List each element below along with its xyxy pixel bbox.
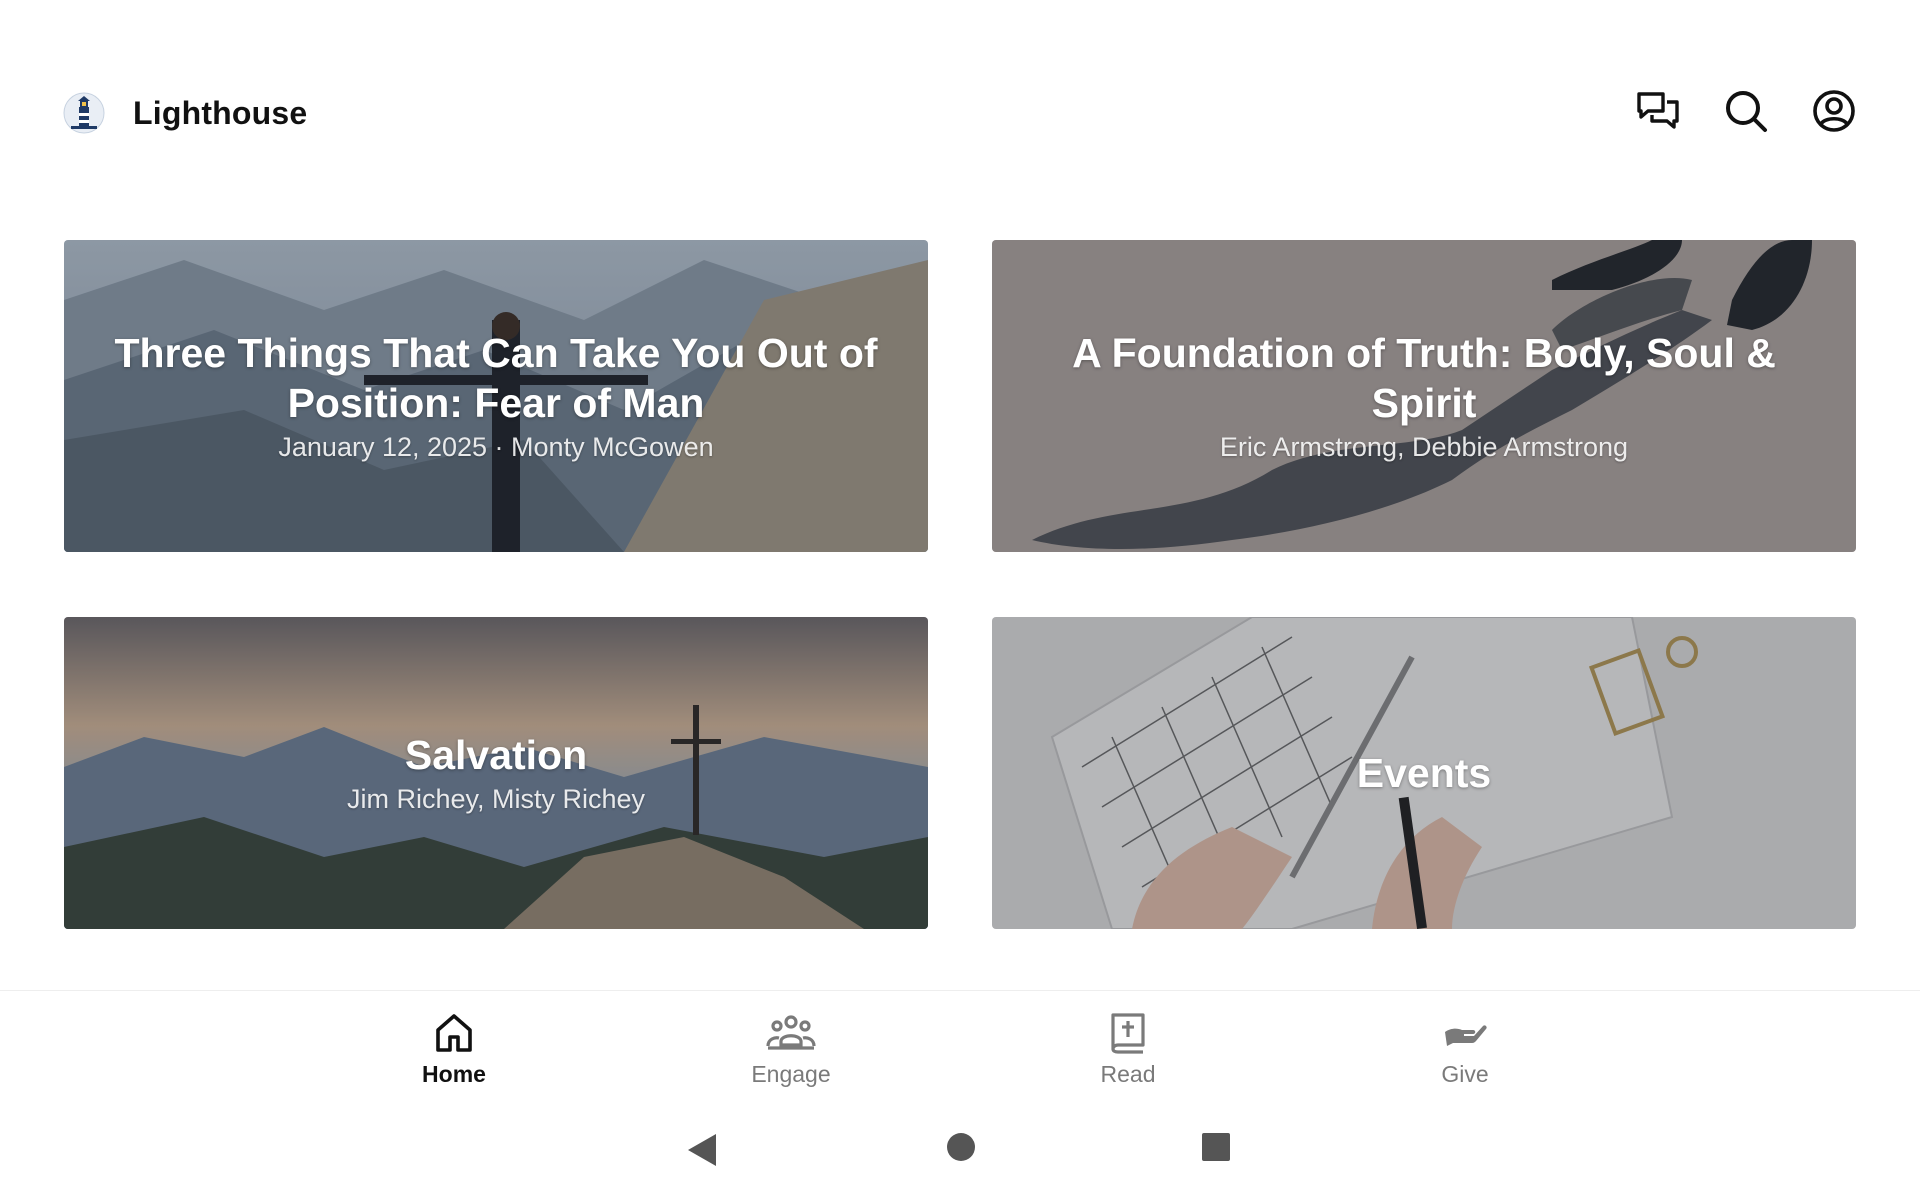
card-fear-of-man[interactable]: Three Things That Can Take You Out of Po… (64, 240, 928, 552)
search-icon[interactable] (1723, 88, 1769, 134)
app-name: Lighthouse (133, 94, 308, 131)
brand[interactable]: Lighthouse (63, 90, 307, 136)
card-text: Salvation Jim Richey, Misty Richey (104, 617, 888, 929)
nav-label: Home (422, 1061, 486, 1087)
card-title: A Foundation of Truth: Body, Soul & Spir… (1072, 330, 1776, 426)
card-text: A Foundation of Truth: Body, Soul & Spir… (1032, 240, 1816, 552)
card-subtitle: Jim Richey, Misty Richey (346, 784, 646, 814)
nav-read[interactable]: Read (1028, 1011, 1228, 1088)
nav-home[interactable]: Home (354, 1011, 554, 1088)
home-circle-icon[interactable] (946, 1132, 976, 1167)
card-title: Salvation (404, 732, 588, 778)
nav-engage[interactable]: Engage (691, 1011, 891, 1088)
card-subtitle: Eric Armstrong, Debbie Armstrong (1219, 432, 1629, 462)
bottom-nav: Home Engage Read Give (0, 990, 1920, 1101)
header-actions (1593, 88, 1857, 134)
app-header: Lighthouse (0, 0, 1920, 200)
card-salvation[interactable]: Salvation Jim Richey, Misty Richey (64, 617, 928, 929)
card-foundation-of-truth[interactable]: A Foundation of Truth: Body, Soul & Spir… (992, 240, 1856, 552)
card-text: Events (1032, 617, 1816, 929)
card-text: Three Things That Can Take You Out of Po… (104, 240, 888, 552)
card-title: Events (1356, 750, 1492, 796)
account-icon[interactable] (1811, 88, 1857, 134)
card-title: Three Things That Can Take You Out of Po… (114, 330, 878, 426)
groups-icon (766, 1011, 816, 1055)
home-icon (435, 1011, 473, 1055)
bible-icon (1110, 1011, 1146, 1055)
recents-icon[interactable] (1201, 1132, 1231, 1167)
card-subtitle: January 12, 2025 · Monty McGowen (278, 432, 714, 462)
card-events[interactable]: Events (992, 617, 1856, 929)
back-icon[interactable] (686, 1132, 718, 1173)
nav-give[interactable]: Give (1365, 1011, 1565, 1088)
lighthouse-logo-icon (63, 92, 105, 134)
nav-label: Give (1441, 1061, 1489, 1087)
nav-label: Read (1100, 1061, 1156, 1087)
chat-icon[interactable] (1635, 88, 1681, 134)
system-nav-bar (0, 1100, 1920, 1200)
app-screen: Lighthouse Three Things That Can Take Yo… (0, 0, 1920, 1200)
nav-label: Engage (751, 1061, 831, 1087)
giving-hand-icon (1443, 1011, 1487, 1055)
